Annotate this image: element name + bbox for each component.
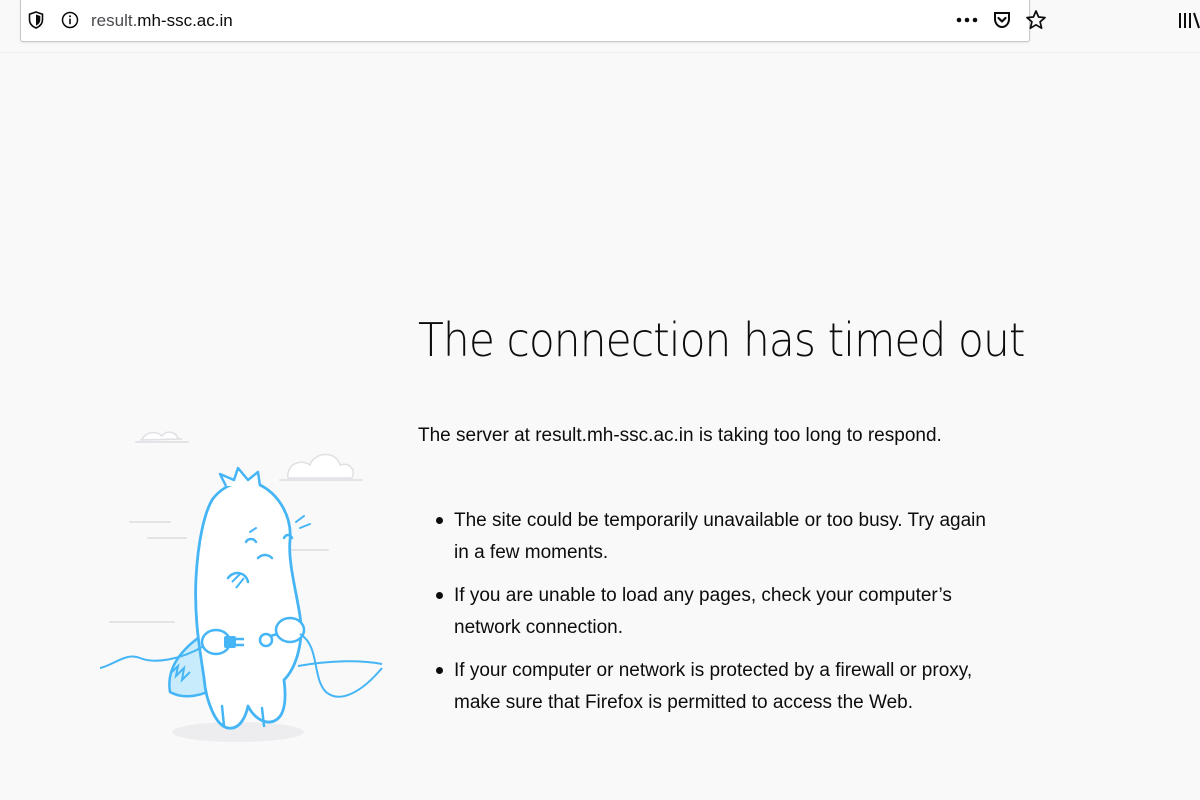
library-icon[interactable] <box>1176 8 1200 32</box>
shield-icon[interactable] <box>25 9 47 31</box>
url-text[interactable]: result.mh-ssc.ac.in <box>91 11 233 31</box>
error-title: The connection has timed out <box>418 313 1025 367</box>
error-description: The server at result.mh-ssc.ac.in is tak… <box>418 425 942 446</box>
pocket-icon[interactable] <box>989 8 1015 32</box>
more-horizontal-icon[interactable] <box>954 8 980 32</box>
suggestion-list: The site could be temporarily unavailabl… <box>436 505 996 730</box>
url-prefix: result. <box>91 11 138 30</box>
toolbar-separator <box>0 52 1200 53</box>
star-icon[interactable] <box>1023 8 1049 32</box>
dinosaur-unplugged-illustration <box>99 431 383 742</box>
url-domain: mh-ssc.ac.in <box>137 11 233 30</box>
suggestion-item: If you are unable to load any pages, che… <box>436 580 996 644</box>
url-bar[interactable]: result.mh-ssc.ac.in <box>20 0 1046 42</box>
connection-failure-illustration <box>99 410 390 750</box>
suggestion-item: If your computer or network is protected… <box>436 655 996 719</box>
browser-toolbar: result.mh-ssc.ac.in <box>0 0 1200 52</box>
suggestion-item: The site could be temporarily unavailabl… <box>436 505 996 569</box>
info-icon[interactable] <box>59 9 81 31</box>
